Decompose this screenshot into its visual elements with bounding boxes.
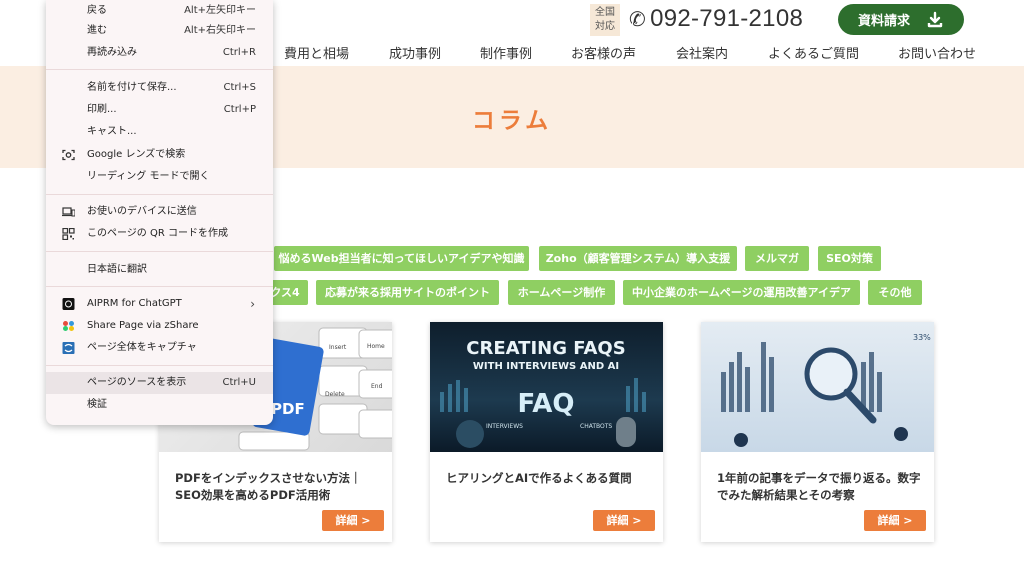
- data-analysis-illustration: 33%: [721, 333, 931, 447]
- menu-item-label: Share Page via zShare: [87, 320, 199, 331]
- thumb-small-text: INTERVIEWS: [486, 423, 523, 430]
- category-tag[interactable]: 悩めるWeb担当者に知ってほしいアイデアや知識: [274, 246, 529, 271]
- qr-code-icon: [62, 228, 75, 240]
- aiprm-icon: [62, 298, 75, 310]
- context-menu-aiprm[interactable]: AIPRM for ChatGPT ›: [46, 293, 273, 315]
- details-button[interactable]: 詳細 >: [322, 510, 384, 531]
- context-menu-reading-mode[interactable]: リーディング モードで開く: [46, 166, 273, 188]
- context-menu-cast[interactable]: キャスト...: [46, 121, 273, 143]
- thumb-subheadline: WITH INTERVIEWS AND AI: [473, 361, 619, 372]
- context-menu-send-to-devices[interactable]: お使いのデバイスに送信: [46, 201, 273, 223]
- context-menu-google-lens[interactable]: Google レンズで検索: [46, 144, 273, 166]
- category-tag[interactable]: SEO対策: [818, 246, 881, 271]
- context-menu-reload[interactable]: 再読み込み Ctrl+R: [46, 42, 273, 64]
- menu-item-shortcut: Ctrl+P: [223, 104, 256, 115]
- zshare-icon: [63, 321, 74, 331]
- menu-separator: [46, 69, 273, 70]
- menu-item-label: 進む: [87, 25, 107, 36]
- thumb-headline: CREATING FAQS: [466, 338, 625, 359]
- context-menu-inspect[interactable]: 検証: [46, 394, 273, 416]
- menu-item-shortcut: Ctrl+S: [223, 82, 256, 93]
- menu-item-label: 名前を付けて保存...: [87, 82, 177, 93]
- context-menu-save-as[interactable]: 名前を付けて保存... Ctrl+S: [46, 77, 273, 99]
- menu-item-label: Google レンズで検索: [87, 149, 186, 160]
- key-label: End: [371, 383, 383, 390]
- menu-item-label: ページのソースを表示: [87, 377, 187, 388]
- category-tag[interactable]: Zoho（顧客管理システム）導入支援: [539, 246, 737, 271]
- category-tag[interactable]: ホームページ制作: [508, 280, 615, 305]
- menu-item-label: お使いのデバイスに送信: [87, 206, 197, 217]
- article-title[interactable]: 1年前の記事をデータで振り返る。数字でみた解析結果とその考察: [717, 470, 922, 504]
- menu-item-label: キャスト...: [87, 126, 137, 137]
- nav-item-cost[interactable]: 費用と相場: [284, 43, 349, 62]
- phone-icon: ✆: [629, 8, 647, 31]
- menu-item-label: 日本語に翻訳: [87, 264, 147, 275]
- menu-separator: [46, 365, 273, 366]
- context-menu-back[interactable]: 戻る Alt+左矢印キー: [46, 0, 273, 22]
- thumb-faq: FAQ: [517, 389, 574, 419]
- menu-item-shortcut: Alt+左矢印キー: [184, 5, 256, 16]
- menu-item-label: 戻る: [87, 5, 107, 16]
- article-title[interactable]: PDFをインデックスさせない方法｜SEO効果を高めるPDF活用術: [175, 470, 380, 504]
- thumb-percentage: 33%: [913, 333, 931, 342]
- menu-item-shortcut: Alt+右矢印キー: [184, 25, 256, 36]
- context-menu-translate[interactable]: 日本語に翻訳: [46, 259, 273, 281]
- menu-item-label: ページ全体をキャプチャ: [87, 342, 197, 353]
- menu-item-label: このページの QR コードを作成: [87, 228, 228, 239]
- request-materials-label: 資料請求: [857, 14, 910, 29]
- context-menu-zshare[interactable]: Share Page via zShare: [46, 315, 273, 337]
- category-tag[interactable]: 中小企業のホームページの運用改善アイデア: [623, 280, 860, 305]
- phone-number-text: 092-791-2108: [650, 5, 804, 32]
- context-menu-capture-page[interactable]: ページ全体をキャプチャ: [46, 337, 273, 359]
- article-thumbnail: CREATING FAQS WITH INTERVIEWS AND AI FAQ…: [430, 322, 663, 452]
- menu-item-label: AIPRM for ChatGPT: [87, 298, 182, 309]
- article-card[interactable]: 33% 1年前の記事をデータで振り返る。数字でみた解析結果とその考察 詳細 >: [701, 322, 934, 542]
- key-label: Insert: [329, 344, 347, 351]
- nav-item-testimonials[interactable]: お客様の声: [571, 43, 636, 62]
- article-card[interactable]: CREATING FAQS WITH INTERVIEWS AND AI FAQ…: [430, 322, 663, 542]
- nav-item-faq[interactable]: よくあるご質問: [768, 43, 859, 62]
- browser-context-menu: 戻る Alt+左矢印キー 進む Alt+右矢印キー 再読み込み Ctrl+R 名…: [46, 0, 273, 425]
- menu-separator: [46, 251, 273, 252]
- pdf-key-text: PDF: [271, 400, 305, 418]
- category-tag[interactable]: 応募が来る採用サイトのポイント: [316, 280, 499, 305]
- category-tag[interactable]: メルマガ: [745, 246, 809, 271]
- details-button[interactable]: 詳細 >: [864, 510, 926, 531]
- nav-item-company[interactable]: 会社案内: [676, 43, 728, 62]
- menu-separator: [46, 194, 273, 195]
- menu-item-label: 印刷...: [87, 104, 117, 115]
- submenu-chevron-icon: ›: [250, 297, 255, 311]
- nationwide-badge-line1: 全国: [595, 7, 615, 18]
- menu-item-label: 再読み込み: [87, 47, 137, 58]
- download-icon: [927, 11, 943, 27]
- request-materials-button[interactable]: 資料請求: [838, 4, 964, 35]
- devices-icon: [62, 207, 75, 217]
- menu-item-label: リーディング モードで開く: [87, 171, 210, 182]
- context-menu-qr-code[interactable]: このページの QR コードを作成: [46, 223, 273, 245]
- context-menu-view-source[interactable]: ページのソースを表示 Ctrl+U: [46, 372, 273, 394]
- nationwide-badge: 全国 対応: [590, 4, 620, 36]
- context-menu-print[interactable]: 印刷... Ctrl+P: [46, 99, 273, 121]
- menu-separator: [46, 286, 273, 287]
- article-thumbnail: 33%: [701, 322, 934, 452]
- nationwide-badge-line2: 対応: [595, 21, 615, 32]
- thumb-small-text: CHATBOTS: [580, 423, 612, 430]
- details-button[interactable]: 詳細 >: [593, 510, 655, 531]
- faq-illustration: CREATING FAQS WITH INTERVIEWS AND AI FAQ…: [440, 338, 646, 448]
- nav-item-success-cases[interactable]: 成功事例: [389, 43, 441, 62]
- menu-item-shortcut: Ctrl+R: [222, 47, 256, 58]
- google-lens-icon: [62, 149, 75, 161]
- menu-item-label: 検証: [87, 399, 107, 410]
- phone-number[interactable]: ✆ 092-791-2108: [629, 5, 803, 33]
- article-title[interactable]: ヒアリングとAIで作るよくある質問: [446, 470, 651, 487]
- category-tag[interactable]: その他: [868, 280, 922, 305]
- nav-item-contact[interactable]: お問い合わせ: [898, 43, 976, 62]
- capture-icon: [62, 342, 75, 354]
- key-label: Home: [367, 343, 385, 350]
- menu-item-shortcut: Ctrl+U: [222, 377, 257, 388]
- context-menu-forward[interactable]: 進む Alt+右矢印キー: [46, 20, 273, 42]
- key-label: Delete: [325, 391, 345, 398]
- nav-item-works[interactable]: 制作事例: [480, 43, 532, 62]
